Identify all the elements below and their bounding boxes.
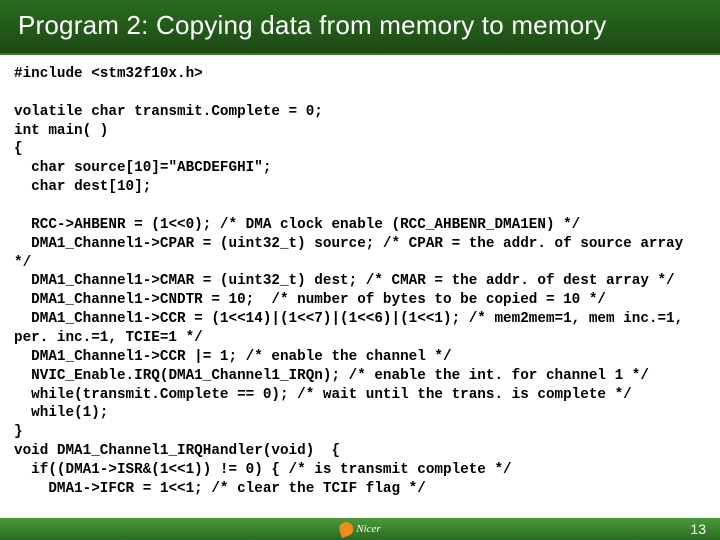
slide: Program 2: Copying data from memory to m…	[0, 0, 720, 540]
slide-title: Program 2: Copying data from memory to m…	[18, 10, 702, 41]
code-block: #include <stm32f10x.h> volatile char tra…	[0, 55, 720, 499]
logo-swoosh-icon	[337, 520, 355, 538]
footer-bar: Nicer 13	[0, 518, 720, 540]
logo-text: Nicer	[356, 523, 380, 535]
footer-logo: Nicer	[339, 522, 380, 536]
page-number: 13	[690, 521, 706, 537]
title-bar: Program 2: Copying data from memory to m…	[0, 0, 720, 55]
